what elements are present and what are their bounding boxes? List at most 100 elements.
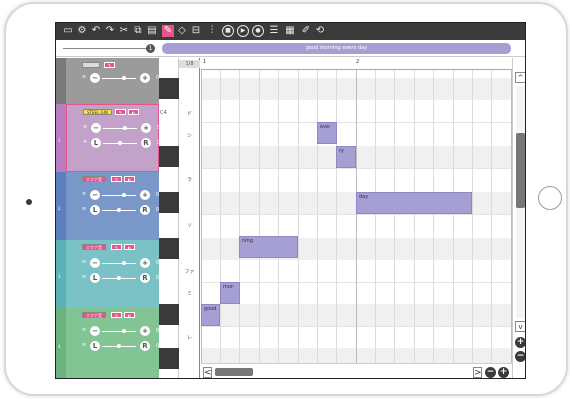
pan-knob[interactable]	[117, 344, 121, 348]
pan-left-button[interactable]: L	[90, 341, 100, 351]
track-title[interactable]: STEEL GIN	[83, 109, 112, 115]
horizontal-scroll-thumb[interactable]	[215, 368, 253, 376]
note-block[interactable]: ning	[239, 236, 298, 258]
track-edit-button[interactable]: ✎	[111, 176, 122, 182]
volume-plus-button[interactable]: +	[140, 73, 150, 83]
copy-icon[interactable]: ⧉	[132, 25, 144, 37]
track-title[interactable]	[82, 62, 100, 68]
track-mute-button[interactable]: ◐	[124, 244, 135, 250]
pan-right-button[interactable]: R	[141, 138, 151, 148]
black-key[interactable]	[159, 78, 179, 99]
note-block[interactable]: eve-	[317, 122, 337, 144]
note-block[interactable]: ry	[336, 146, 356, 168]
paste-icon[interactable]: ▤	[146, 25, 158, 37]
black-key[interactable]	[159, 238, 179, 259]
volume-slider[interactable]	[102, 195, 136, 196]
piano-roll-grid[interactable]: 1 2 good mor- ning eve- ry day	[201, 58, 512, 363]
pan-right-button[interactable]: R	[140, 341, 150, 351]
track-mute-button[interactable]: ◐	[128, 109, 139, 115]
settings-icon[interactable]: ⚙	[76, 25, 88, 37]
undo-icon[interactable]: ↶	[90, 25, 102, 37]
eraser-icon[interactable]: ◇	[176, 25, 188, 37]
track-edit-button[interactable]: ✎	[111, 244, 122, 250]
volume-minus-button[interactable]: −	[91, 123, 101, 133]
play-icon[interactable]: ▶	[237, 25, 249, 37]
volume-slider[interactable]	[102, 78, 136, 79]
pan-knob[interactable]	[117, 276, 121, 280]
volume-minus-button[interactable]: −	[90, 73, 100, 83]
pan-knob[interactable]	[117, 208, 121, 212]
track-edit-button[interactable]: ✎	[115, 109, 126, 115]
scroll-down-button[interactable]: v	[515, 321, 525, 332]
track-title[interactable]: ミクナ音	[82, 312, 106, 318]
vertical-scrollbar[interactable]: ^ v + −	[512, 58, 525, 378]
pencil-icon[interactable]: ✎	[162, 25, 174, 37]
zoom-out-horizontal-button[interactable]: −	[485, 367, 496, 378]
black-key[interactable]	[159, 348, 179, 369]
zoom-in-horizontal-button[interactable]: +	[498, 367, 509, 378]
timeline-slider-knob[interactable]: 1	[146, 44, 155, 53]
track-mute-button[interactable]: ◐	[124, 176, 135, 182]
pan-right-button[interactable]: R	[140, 273, 150, 283]
note-block[interactable]: mor-	[220, 282, 240, 304]
new-file-icon[interactable]: ▭	[62, 25, 74, 37]
quantize-label[interactable]: 1/8	[179, 60, 200, 68]
scroll-right-button[interactable]: >	[473, 367, 482, 378]
pan-right-button[interactable]: R	[140, 205, 150, 215]
volume-minus-button[interactable]: −	[90, 326, 100, 336]
volume-slider[interactable]	[102, 331, 136, 332]
zoom-out-vertical-button[interactable]: −	[515, 351, 525, 362]
volume-plus-button[interactable]: +	[140, 258, 150, 268]
black-key[interactable]	[159, 146, 179, 167]
grid-icon[interactable]: ▦	[284, 25, 296, 37]
black-key[interactable]	[159, 192, 179, 213]
zoom-in-vertical-button[interactable]: +	[515, 337, 525, 348]
volume-minus-button[interactable]: −	[90, 258, 100, 268]
track-1[interactable]: 1 STEEL GIN ✎ ◐ ≋ − + 0.0 ≋ L	[56, 104, 165, 172]
split-icon[interactable]: ⫶	[206, 25, 218, 37]
piano-keyboard[interactable]	[159, 58, 179, 378]
note-block[interactable]: good	[201, 304, 220, 326]
track-mute-button[interactable]: ◐	[124, 312, 135, 318]
volume-plus-button[interactable]: +	[140, 190, 150, 200]
scroll-up-button[interactable]: ^	[515, 72, 525, 83]
volume-knob[interactable]	[122, 261, 126, 265]
lyric-input[interactable]: good morning every day	[162, 43, 511, 54]
home-button[interactable]	[538, 186, 562, 210]
select-icon[interactable]: ⊟	[190, 25, 202, 37]
list-icon[interactable]: ☰	[268, 25, 280, 37]
track-master[interactable]: ✎ ≋ − + 0.0	[56, 58, 164, 104]
volume-knob[interactable]	[123, 126, 127, 130]
horizontal-scrollbar[interactable]: < > − +	[201, 363, 512, 378]
black-key[interactable]	[159, 304, 179, 325]
edit-icon[interactable]: ✐	[300, 25, 312, 37]
track-2[interactable]: 2 ミクナ音 ✎ ◐ ≋ − + 0.0 ≋ L R	[56, 172, 164, 240]
vertical-scroll-thumb[interactable]	[516, 133, 525, 208]
pan-knob[interactable]	[118, 141, 122, 145]
loop-icon[interactable]: ⟲	[314, 25, 326, 37]
cut-icon[interactable]: ✂	[118, 25, 130, 37]
stop-icon[interactable]: ■	[222, 25, 234, 37]
scroll-left-button[interactable]: <	[203, 367, 212, 378]
track-3[interactable]: 3 ミクナ音 ✎ ◐ ≋ − + 0.0 ≋ L R	[56, 240, 164, 308]
volume-knob[interactable]	[122, 76, 126, 80]
track-title[interactable]: ミクナ音	[82, 244, 106, 250]
note-block[interactable]: day	[356, 192, 472, 214]
pan-left-button[interactable]: L	[90, 205, 100, 215]
track-edit-button[interactable]: ✎	[111, 312, 122, 318]
volume-slider[interactable]	[102, 263, 136, 264]
volume-slider[interactable]	[103, 128, 137, 129]
track-4[interactable]: 4 ミクナ音 ✎ ◐ ≋ − + 0.0 ≋ L R	[56, 308, 164, 378]
timeline-slider[interactable]	[63, 48, 147, 49]
volume-knob[interactable]	[122, 329, 126, 333]
timeline-ruler[interactable]: 1 2	[201, 58, 512, 70]
volume-minus-button[interactable]: −	[90, 190, 100, 200]
pan-left-button[interactable]: L	[90, 273, 100, 283]
redo-icon[interactable]: ↷	[104, 25, 116, 37]
track-title[interactable]: ミクナ音	[82, 176, 106, 182]
volume-plus-button[interactable]: +	[141, 123, 151, 133]
record-icon[interactable]: ●	[252, 25, 264, 37]
pan-left-button[interactable]: L	[91, 138, 101, 148]
volume-plus-button[interactable]: +	[140, 326, 150, 336]
volume-knob[interactable]	[122, 193, 126, 197]
